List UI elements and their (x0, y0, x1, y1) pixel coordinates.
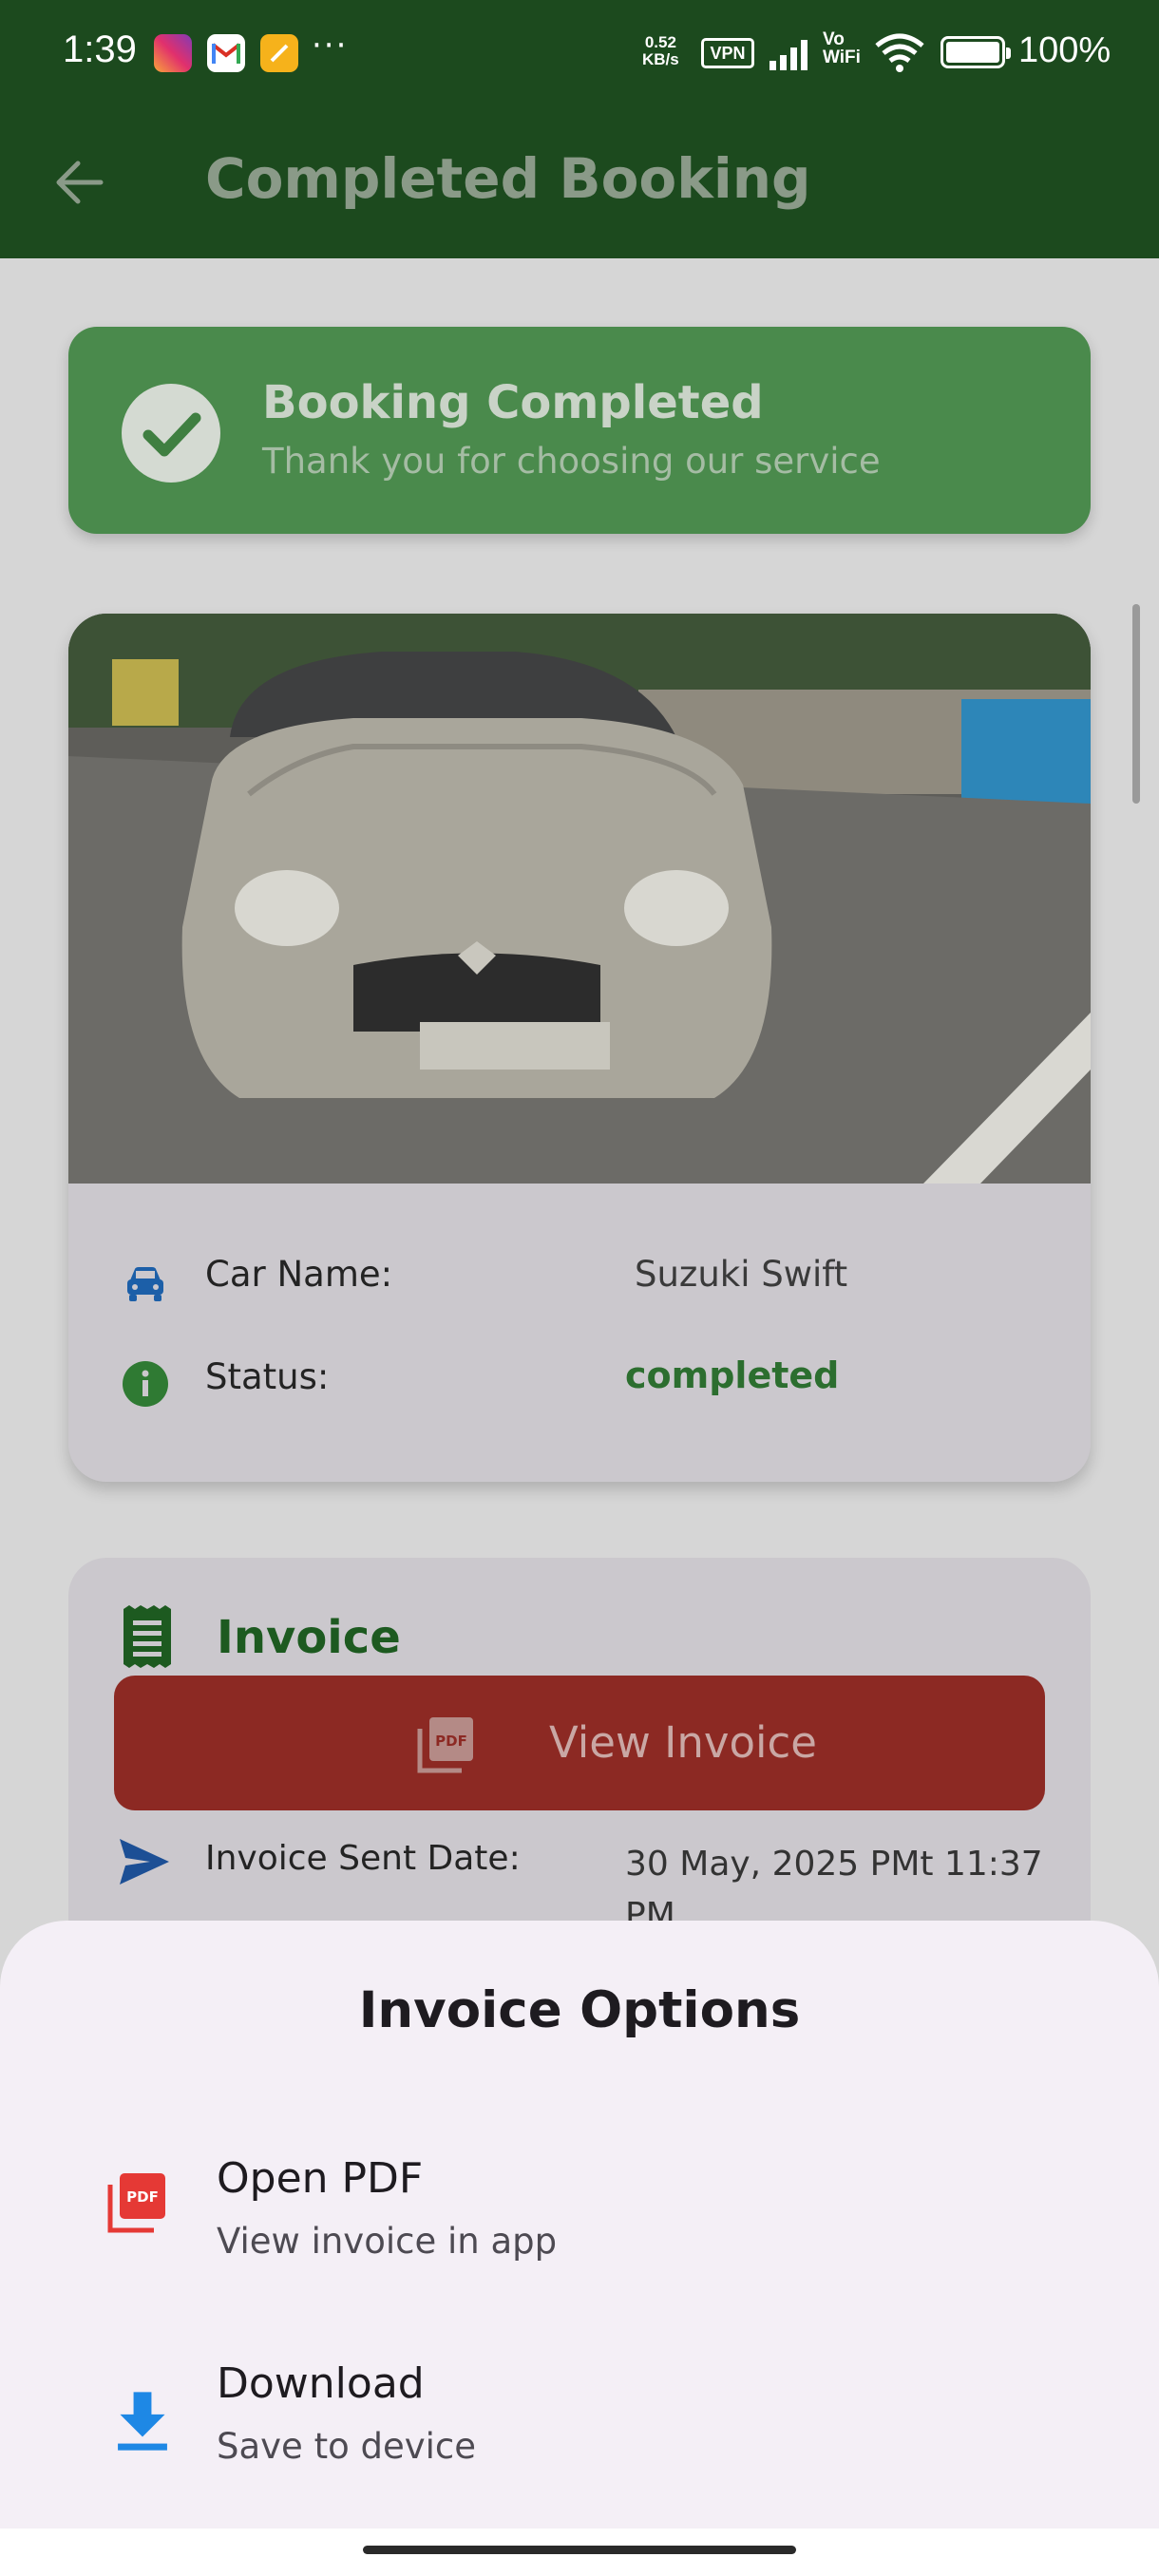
signal-icon (770, 40, 808, 70)
sheet-title: Invoice Options (358, 1981, 801, 2039)
open-pdf-title: Open PDF (217, 2154, 424, 2203)
pdf-badge-text: PDF (435, 1733, 467, 1750)
invoice-title: Invoice (217, 1611, 401, 1664)
car-name-label: Car Name: (205, 1254, 393, 1295)
invoice-sent-date-label: Invoice Sent Date: (205, 1839, 521, 1878)
receipt-icon (124, 1605, 171, 1668)
battery-icon (940, 36, 1011, 68)
vowifi-vo: Vo (823, 29, 845, 49)
pdf-icon: PDF (107, 2173, 165, 2233)
send-icon (120, 1839, 169, 1885)
booking-completed-banner: Booking Completed Thank you for choosing… (68, 327, 1091, 534)
vpn-icon: VPN (701, 38, 754, 68)
pdf-option-badge-text: PDF (126, 2188, 159, 2206)
car-photo (68, 614, 1091, 1184)
view-invoice-button[interactable]: PDF View Invoice (114, 1676, 1045, 1810)
status-time: 1:39 (63, 28, 137, 70)
gmail-notification-icon (207, 34, 245, 72)
instagram-notification-icon (154, 34, 192, 72)
download-subtitle: Save to device (217, 2426, 477, 2467)
wifi-icon (875, 33, 924, 72)
vowifi-wifi: WiFi (823, 47, 861, 67)
status-label: Status: (205, 1356, 330, 1397)
back-arrow-icon[interactable] (48, 150, 112, 215)
status-badge: completed (625, 1354, 840, 1396)
network-speed-value: 0.52 (644, 33, 676, 51)
car-details-card: Car Name: Suzuki Swift Status: completed (68, 614, 1091, 1482)
network-speed-unit: KB/s (642, 50, 679, 68)
download-icon (118, 2392, 167, 2451)
more-notifications-icon: ··· (312, 27, 349, 65)
banner-title: Booking Completed (262, 376, 764, 429)
pdf-icon: PDF (417, 1717, 473, 1773)
network-speed: 0.52 KB/s (642, 34, 679, 68)
battery-percent: 100% (1018, 30, 1112, 70)
home-gesture-handle[interactable] (363, 2546, 796, 2554)
download-title: Download (217, 2359, 425, 2408)
banner-subtitle: Thank you for choosing our service (262, 441, 881, 482)
car-name-value: Suzuki Swift (635, 1254, 848, 1295)
info-icon (123, 1361, 168, 1407)
page-title: Completed Booking (205, 146, 811, 211)
check-circle-icon (122, 384, 220, 483)
scrollbar[interactable] (1132, 604, 1140, 804)
status-bar: 1:39 ··· 0.52 KB/s VPN Vo WiFi 100% (0, 0, 1159, 104)
vowifi-icon: Vo WiFi (823, 30, 861, 66)
open-pdf-subtitle: View invoice in app (217, 2221, 558, 2262)
view-invoice-label: View Invoice (549, 1717, 817, 1768)
app-bar: Completed Booking (0, 104, 1159, 258)
car-icon (127, 1267, 163, 1301)
invoice-options-sheet: Invoice Options PDF Open PDF View invoic… (0, 1921, 1159, 2576)
notes-notification-icon (260, 34, 298, 72)
